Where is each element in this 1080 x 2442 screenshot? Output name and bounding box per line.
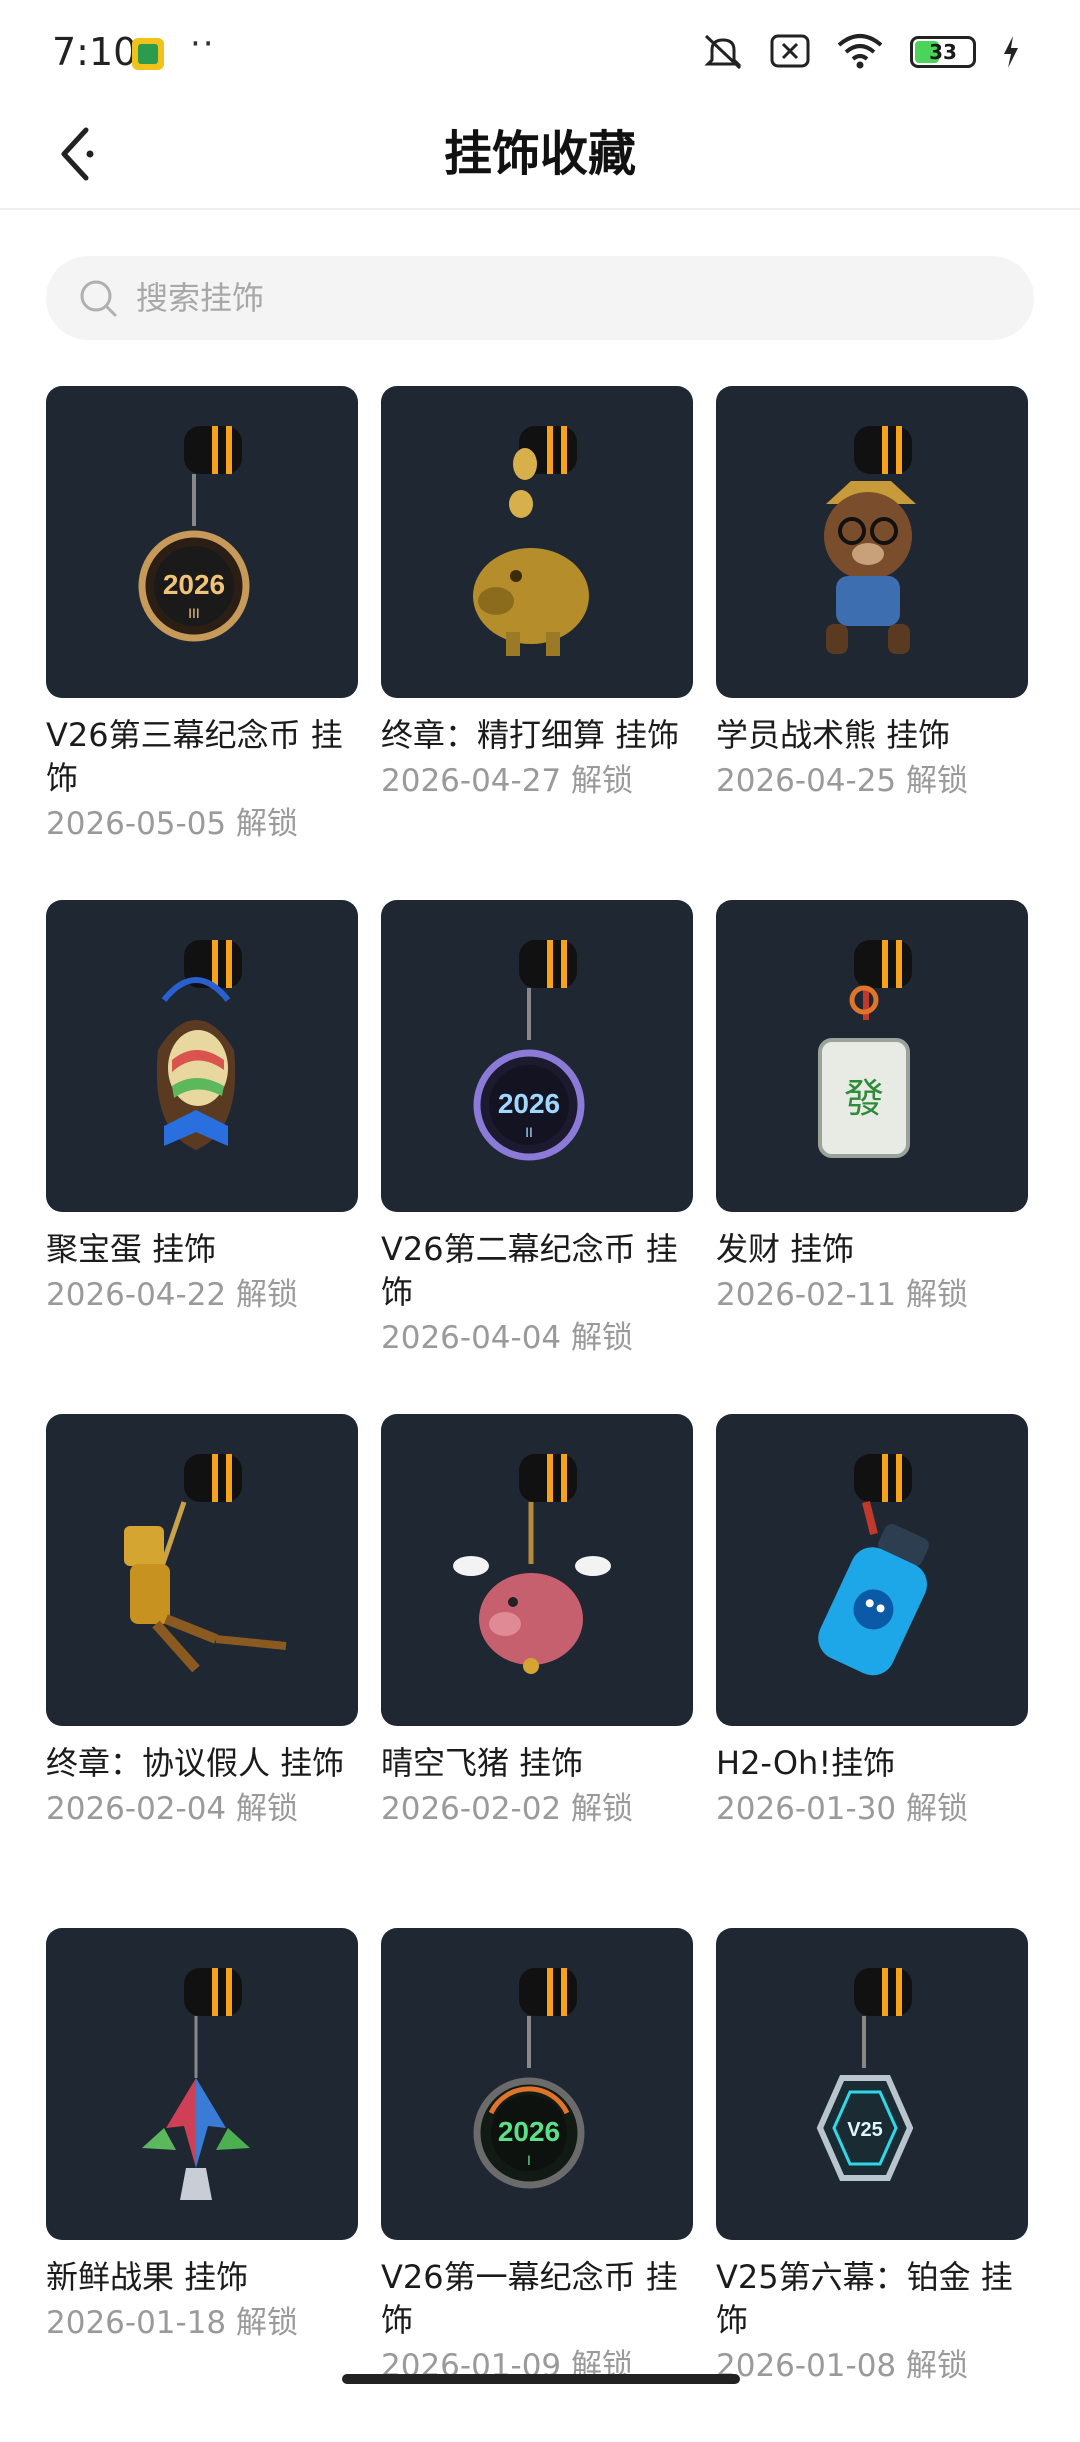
bear-icon	[824, 426, 916, 654]
charm-image: 2026 III	[46, 386, 358, 698]
charm-image	[46, 900, 358, 1212]
svg-text:發: 發	[844, 1076, 884, 1122]
charm-name: V25第六幕：铂金 挂饰	[716, 2258, 1013, 2339]
charm-grid: 2026 III V26第三幕纪念币 挂饰 2026-05-05 解锁 终章：精…	[46, 386, 1034, 2442]
charm-card[interactable]: 新鲜战果 挂饰 2026-01-18 解锁	[46, 1928, 358, 2442]
charm-name: 新鲜战果 挂饰	[46, 2258, 249, 2296]
charm-unlock-date: 2026-05-05 解锁	[46, 806, 299, 842]
charm-unlock-date: 2026-02-04 解锁	[46, 1791, 299, 1827]
charm-name: V26第二幕纪念币 挂饰	[381, 1230, 678, 1311]
charm-card[interactable]: 發 发财 挂饰 2026-02-11 解锁	[716, 900, 1028, 1414]
search-icon	[80, 280, 117, 317]
status-bar: 7:10 ·· 33	[0, 0, 1080, 100]
gold-piggy-icon	[473, 426, 589, 656]
search-bar[interactable]	[46, 256, 1034, 340]
no-sim-icon	[770, 34, 810, 68]
charm-image	[381, 386, 693, 698]
charm-name: V26第三幕纪念币 挂饰	[46, 716, 343, 797]
charm-card[interactable]: 2026 II V26第二幕纪念币 挂饰 2026-04-04 解锁	[381, 900, 693, 1414]
charm-unlock-date: 2026-01-18 解锁	[46, 2305, 299, 2341]
charm-card[interactable]: 终章：协议假人 挂饰 2026-02-04 解锁	[46, 1414, 358, 1928]
charm-card[interactable]: 终章：精打细算 挂饰 2026-04-27 解锁	[381, 386, 693, 900]
svg-text:V25: V25	[847, 2119, 883, 2141]
coin-2026-ii-icon: 2026 II	[473, 940, 585, 1161]
charm-unlock-date: 2026-04-22 解锁	[46, 1277, 299, 1313]
charm-image	[46, 1928, 358, 2240]
charm-unlock-date: 2026-04-25 解锁	[716, 763, 969, 799]
flying-pig-icon	[453, 1454, 611, 1674]
app-notification-icon	[132, 38, 164, 70]
charm-image	[381, 1414, 693, 1726]
charm-name: 发财 挂饰	[716, 1230, 855, 1268]
charm-card[interactable]: 聚宝蛋 挂饰 2026-04-22 解锁	[46, 900, 358, 1414]
egg-icon	[156, 940, 242, 1150]
charm-name: 晴空飞猪 挂饰	[381, 1744, 584, 1782]
charm-unlock-date: 2026-04-27 解锁	[381, 763, 634, 799]
mute-icon	[704, 34, 742, 70]
charm-name: V26第一幕纪念币 挂饰	[381, 2258, 678, 2339]
charm-card[interactable]: V25 V25第六幕：铂金 挂饰 2026-01-08 解锁	[716, 1928, 1028, 2442]
gold-robot-icon	[124, 1454, 287, 1673]
charm-name: 学员战术熊 挂饰	[716, 716, 951, 754]
charm-card[interactable]: 晴空飞猪 挂饰 2026-02-02 解锁	[381, 1414, 693, 1928]
page-title: 挂饰收藏	[443, 126, 636, 182]
svg-text:I: I	[527, 2152, 531, 2168]
water-bottle-icon	[818, 1454, 929, 1676]
mahjong-tile-icon: 發	[818, 940, 912, 1158]
status-icons: 33	[702, 30, 1020, 74]
charm-image: V25	[716, 1928, 1028, 2240]
home-indicator[interactable]	[342, 2374, 740, 2384]
charm-name: 终章：协议假人 挂饰	[46, 1744, 345, 1782]
v25-tag-icon: V25	[816, 1968, 914, 2181]
coin-2026-i-icon: 2026 I	[473, 1968, 585, 2189]
charm-image	[716, 1414, 1028, 1726]
charging-icon	[1004, 36, 1018, 68]
charm-name: 聚宝蛋 挂饰	[46, 1230, 217, 1268]
svg-text:2026: 2026	[163, 569, 225, 600]
svg-text:2026: 2026	[498, 1088, 560, 1119]
charm-image	[716, 386, 1028, 698]
wifi-icon	[837, 34, 883, 69]
charm-unlock-date: 2026-02-11 解锁	[716, 1277, 969, 1313]
charm-image: 發	[716, 900, 1028, 1212]
leaf-icon	[142, 1968, 250, 2200]
svg-text:2026: 2026	[498, 2116, 560, 2147]
charm-image: 2026 II	[381, 900, 693, 1212]
charm-card[interactable]: 2026 III V26第三幕纪念币 挂饰 2026-05-05 解锁	[46, 386, 358, 900]
search-input[interactable]	[134, 278, 938, 318]
status-more-dots: ··	[190, 24, 216, 64]
app-header: 挂饰收藏	[0, 100, 1080, 210]
battery-icon: 33	[910, 36, 976, 68]
battery-level: 33	[929, 40, 957, 64]
charm-name: 终章：精打细算 挂饰	[381, 716, 680, 754]
charm-name: H2-Oh!挂饰	[716, 1744, 896, 1782]
charm-unlock-date: 2026-02-02 解锁	[381, 1791, 634, 1827]
status-time: 7:10	[52, 30, 138, 74]
charm-image	[46, 1414, 358, 1726]
charm-unlock-date: 2026-04-04 解锁	[381, 1320, 634, 1356]
charm-unlock-date: 2026-01-30 解锁	[716, 1791, 969, 1827]
coin-2026-iii-icon: 2026 III	[138, 426, 250, 642]
svg-text:II: II	[525, 1124, 533, 1140]
charm-image: 2026 I	[381, 1928, 693, 2240]
charm-card[interactable]: 2026 I V26第一幕纪念币 挂饰 2026-01-09 解锁	[381, 1928, 693, 2442]
svg-text:III: III	[188, 605, 200, 621]
charm-card[interactable]: H2-Oh!挂饰 2026-01-30 解锁	[716, 1414, 1028, 1928]
charm-card[interactable]: 学员战术熊 挂饰 2026-04-25 解锁	[716, 386, 1028, 900]
charm-unlock-date: 2026-01-08 解锁	[716, 2348, 969, 2384]
